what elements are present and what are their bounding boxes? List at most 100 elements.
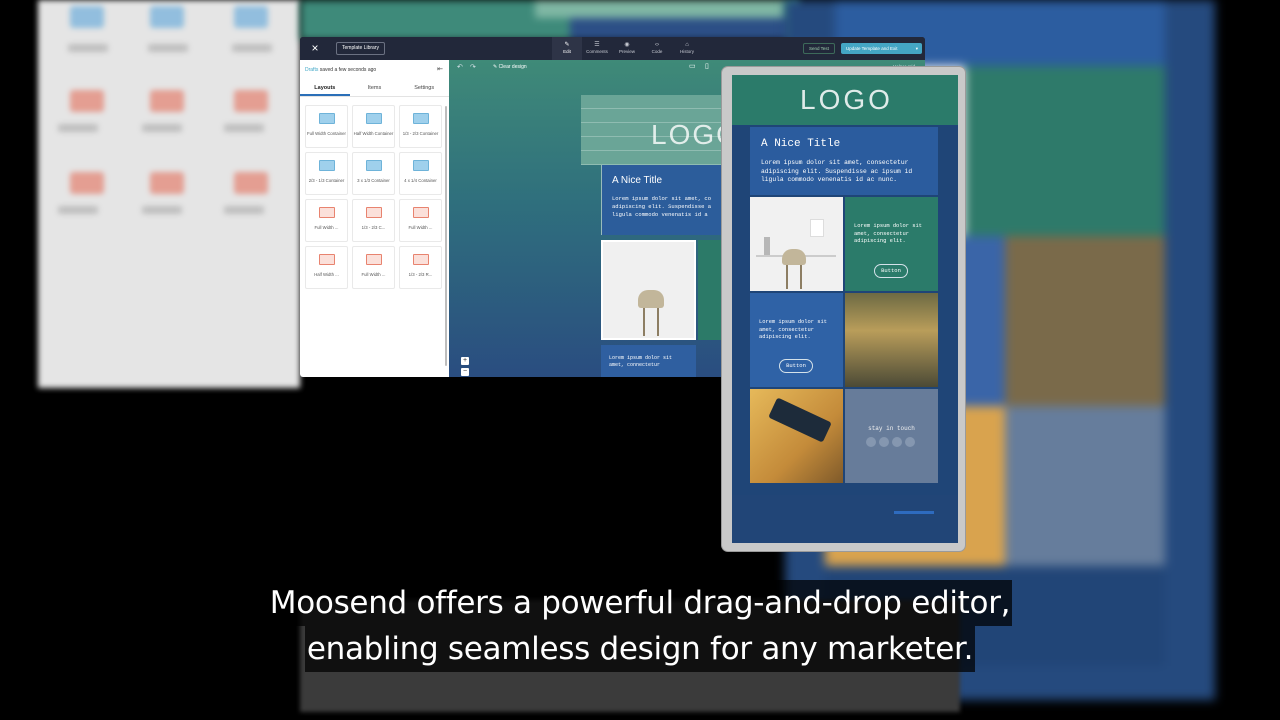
- layout-label: Half Width ...: [314, 272, 339, 277]
- layout-card[interactable]: Full Width ...: [399, 199, 442, 242]
- mobile-cell-text: Lorem ipsum dolor sit amet, consectetur …: [759, 319, 827, 340]
- tab-items[interactable]: Items: [350, 81, 400, 96]
- email-blue-block[interactable]: Lorem ipsum dolor sit amet, connectetur: [601, 345, 696, 377]
- vase: [764, 237, 770, 255]
- pencil-icon: ✎: [564, 42, 570, 48]
- layout-thumbnail-icon: [412, 207, 429, 218]
- mobile-train-image: [845, 293, 938, 387]
- chair-illustration: [638, 290, 664, 308]
- layout-thumbnail-icon: [365, 254, 382, 265]
- layout-card[interactable]: Full Width Container: [305, 105, 348, 148]
- layout-card[interactable]: 3 x 1/3 Container: [352, 152, 395, 195]
- undo-icon[interactable]: ↶: [457, 63, 463, 71]
- tab-comments[interactable]: ☰ Comments: [582, 37, 612, 60]
- mobile-button[interactable]: Button: [779, 359, 813, 373]
- mobile-email-header: LOGO: [732, 75, 958, 125]
- social-icon[interactable]: [866, 437, 876, 447]
- layouts-sidebar: Drafts saved a few seconds ago ⇤ Layouts…: [300, 60, 449, 377]
- video-caption: Moosend offers a powerful drag-and-drop …: [0, 580, 1280, 672]
- zoom-out-button[interactable]: −: [461, 368, 469, 376]
- draft-status-text: saved a few seconds ago: [319, 67, 377, 73]
- mobile-preview-screen: LOGO A Nice Title Lorem ipsum dolor sit …: [732, 75, 958, 543]
- collapse-panel-icon[interactable]: ⇤: [437, 65, 443, 73]
- caption-line-1: Moosend offers a powerful drag-and-drop …: [267, 580, 1013, 626]
- history-icon: ⌂: [685, 42, 689, 48]
- mobile-row-1: Lorem ipsum dolor sit amet, consectetur …: [750, 197, 938, 291]
- tab-code[interactable]: ‹› Code: [642, 37, 672, 60]
- sidebar-tabs: Layouts Items Settings: [300, 81, 449, 97]
- template-library-button[interactable]: Template Library: [336, 42, 385, 55]
- stay-in-touch-text: stay in touch: [868, 425, 915, 432]
- social-icon[interactable]: [879, 437, 889, 447]
- footer-link-placeholder: [894, 511, 934, 514]
- layout-card[interactable]: Half Width ...: [305, 246, 348, 289]
- mobile-teal-cell: Lorem ipsum dolor sit amet, consectetur …: [845, 197, 938, 291]
- mobile-footer: [732, 495, 958, 543]
- zoom-in-button[interactable]: +: [461, 357, 469, 365]
- layout-label: Half Width Container: [353, 131, 394, 136]
- social-icon[interactable]: [892, 437, 902, 447]
- email-title-block[interactable]: A Nice Title Lorem ipsum dolor sit amet,…: [601, 165, 731, 235]
- email-chair-image[interactable]: [601, 240, 696, 340]
- mobile-row-3: stay in touch: [750, 389, 938, 483]
- tab-history[interactable]: ⌂ History: [672, 37, 702, 60]
- tab-preview[interactable]: ◉ Preview: [612, 37, 642, 60]
- mobile-cell-text: Lorem ipsum dolor sit amet, consectetur …: [854, 223, 922, 244]
- layout-label: 1/3 - 2/3 Container: [402, 131, 439, 136]
- layout-thumbnail-icon: [318, 113, 335, 124]
- tab-label: Preview: [618, 49, 635, 54]
- layout-card[interactable]: 2/3 - 1/3 Container: [305, 152, 348, 195]
- drafts-link[interactable]: Drafts: [305, 67, 318, 73]
- layout-thumbnail-icon: [412, 254, 429, 265]
- redo-icon[interactable]: ↷: [470, 63, 476, 71]
- mobile-title-block: A Nice Title Lorem ipsum dolor sit amet,…: [750, 127, 938, 195]
- caption-line-2: enabling seamless design for any markete…: [304, 626, 976, 672]
- tab-label: Comments: [586, 49, 608, 54]
- tab-label: History: [679, 49, 694, 54]
- layout-label: 1/3 - 2/3 R...: [408, 272, 433, 277]
- tab-edit[interactable]: ✎ Edit: [552, 37, 582, 60]
- layout-card[interactable]: 1/3 - 2/3 R...: [399, 246, 442, 289]
- background-layout-panel: [38, 0, 300, 388]
- update-template-button[interactable]: Update Template and Exit ▾: [841, 43, 922, 54]
- mobile-view-icon[interactable]: ▯: [705, 62, 709, 70]
- email-title: A Nice Title: [612, 175, 663, 186]
- layout-card[interactable]: 4 x 1/4 Container: [399, 152, 442, 195]
- layout-label: 4 x 1/4 Container: [404, 178, 437, 183]
- smartphone-illustration: [768, 397, 832, 443]
- tab-settings[interactable]: Settings: [399, 81, 449, 96]
- chevron-down-icon[interactable]: ▾: [916, 43, 918, 54]
- desktop-view-icon[interactable]: ▭: [689, 62, 696, 70]
- layout-grid: Full Width Container Half Width Containe…: [305, 105, 443, 289]
- layout-thumbnail-icon: [318, 254, 335, 265]
- layout-thumbnail-icon: [365, 160, 382, 171]
- email-body-text: Lorem ipsum dolor sit amet, co adipiscin…: [612, 195, 712, 218]
- sidebar-scrollbar[interactable]: [445, 106, 447, 366]
- layout-card[interactable]: Full Width ...: [352, 246, 395, 289]
- clear-design-button[interactable]: ✎ Clear design: [493, 64, 527, 70]
- mobile-button[interactable]: Button: [874, 264, 908, 278]
- social-icon[interactable]: [905, 437, 915, 447]
- layout-label: Full Width ...: [361, 272, 386, 277]
- layout-thumbnail-icon: [412, 160, 429, 171]
- layout-label: 1/3 - 2/3 C...: [361, 225, 386, 230]
- send-test-button[interactable]: Send Test: [803, 43, 835, 54]
- layout-card[interactable]: 1/3 - 2/3 Container: [399, 105, 442, 148]
- mobile-chair-image: [750, 197, 843, 291]
- layout-label: Full Width Container: [307, 131, 346, 136]
- update-template-label: Update Template and Exit: [846, 46, 898, 51]
- close-icon[interactable]: ×: [309, 42, 321, 54]
- layout-card[interactable]: 1/3 - 2/3 C...: [352, 199, 395, 242]
- layout-thumbnail-icon: [318, 207, 335, 218]
- layout-card[interactable]: Full Width ...: [305, 199, 348, 242]
- draft-status: Drafts saved a few seconds ago: [305, 67, 376, 73]
- layout-card[interactable]: Half Width Container: [352, 105, 395, 148]
- chair-legs: [786, 265, 802, 289]
- mobile-blue-cell: Lorem ipsum dolor sit amet, consectetur …: [750, 293, 843, 387]
- editor-mode-tabs: ✎ Edit ☰ Comments ◉ Preview ‹› Code ⌂ Hi…: [552, 37, 702, 60]
- mobile-social-cell: stay in touch: [845, 389, 938, 483]
- chair-legs: [643, 308, 659, 336]
- mobile-logo: LOGO: [800, 84, 893, 115]
- tab-layouts[interactable]: Layouts: [300, 81, 350, 96]
- mobile-body-text: Lorem ipsum dolor sit amet, consectetur …: [761, 159, 913, 183]
